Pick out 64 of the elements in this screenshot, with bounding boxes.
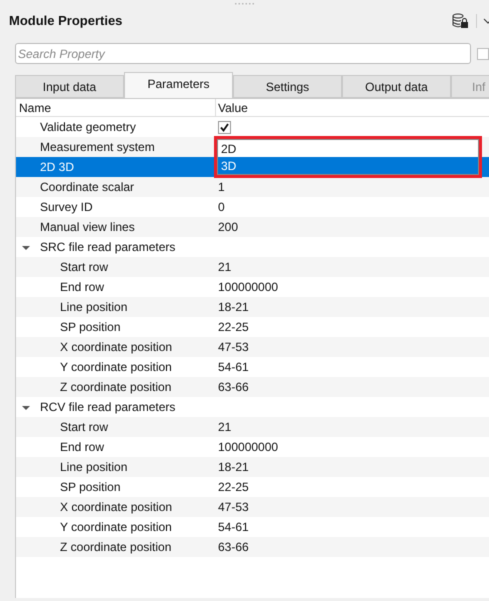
property-value: 54-61 — [218, 519, 249, 536]
property-row[interactable]: Line position 18-21 — [16, 297, 489, 317]
property-name: Validate geometry — [40, 119, 136, 136]
property-value: 0 — [218, 199, 225, 216]
property-row[interactable]: Z coordinate position 63-66 — [16, 537, 489, 557]
property-row[interactable]: Line position 18-21 — [16, 457, 489, 477]
expanded-arrow-icon[interactable] — [22, 244, 30, 252]
property-row[interactable]: Start row 21 — [16, 417, 489, 437]
property-name: Y coordinate position — [60, 519, 172, 536]
tab[interactable]: Parameters — [124, 72, 233, 98]
property-name: X coordinate position — [60, 339, 172, 356]
search-field[interactable]: Search Property — [15, 43, 471, 64]
property-name: Measurement system — [40, 139, 155, 156]
property-value: 63-66 — [218, 539, 249, 556]
property-name: Z coordinate position — [60, 379, 172, 396]
property-name: Line position — [60, 299, 128, 316]
property-name: Manual view lines — [40, 219, 135, 236]
property-row[interactable]: Z coordinate position 63-66 — [16, 377, 489, 397]
tab[interactable]: Output data — [342, 75, 451, 98]
property-name: Line position — [60, 459, 128, 476]
property-value: 100000000 — [218, 279, 278, 296]
property-value: 47-53 — [218, 339, 249, 356]
tab[interactable]: Input data — [15, 75, 124, 98]
property-name: RCV file read parameters — [40, 399, 176, 416]
property-name: Z coordinate position — [60, 539, 172, 556]
property-name: X coordinate position — [60, 499, 172, 516]
column-header[interactable]: Name — [16, 99, 216, 116]
property-value: 1 — [218, 179, 225, 196]
property-value: 21 — [218, 259, 232, 276]
property-value: 63-66 — [218, 379, 249, 396]
tab[interactable]: Settings — [233, 75, 342, 98]
property-name: End row — [60, 439, 104, 456]
property-name: Survey ID — [40, 199, 93, 216]
dropdown-option[interactable]: 3D — [218, 157, 478, 174]
property-row[interactable]: Coordinate scalar 1 — [16, 177, 489, 197]
property-row[interactable]: X coordinate position 47-53 — [16, 337, 489, 357]
property-name: SRC file read parameters — [40, 239, 176, 256]
property-name: Start row — [60, 259, 108, 276]
property-name: 2D 3D — [40, 159, 74, 176]
property-name: End row — [60, 279, 104, 296]
database-lock-icon[interactable] — [452, 13, 468, 29]
property-value: 22-25 — [218, 319, 249, 336]
property-value: 18-21 — [218, 299, 249, 316]
property-value: 21 — [218, 419, 232, 436]
property-value: 200 — [218, 219, 238, 236]
panel-title: Module Properties — [9, 12, 124, 30]
property-name: Coordinate scalar — [40, 179, 134, 196]
checkbox[interactable] — [477, 48, 489, 60]
property-name: Y coordinate position — [60, 359, 172, 376]
property-row[interactable]: X coordinate position 47-53 — [16, 497, 489, 517]
property-name: SP position — [60, 319, 120, 336]
checkbox[interactable] — [218, 120, 231, 134]
property-value: 22-25 — [218, 479, 249, 496]
property-row[interactable]: Manual view lines 200 — [16, 217, 489, 237]
property-value: 47-53 — [218, 499, 249, 516]
property-value: 100000000 — [218, 439, 278, 456]
property-value: 18-21 — [218, 459, 249, 476]
property-name: Start row — [60, 419, 108, 436]
property-name: SP position — [60, 479, 120, 496]
check-icon — [220, 122, 229, 132]
column-header[interactable]: Value — [216, 99, 489, 116]
expanded-arrow-icon[interactable] — [22, 404, 30, 412]
property-row[interactable]: Start row 21 — [16, 257, 489, 277]
property-value: 54-61 — [218, 359, 249, 376]
